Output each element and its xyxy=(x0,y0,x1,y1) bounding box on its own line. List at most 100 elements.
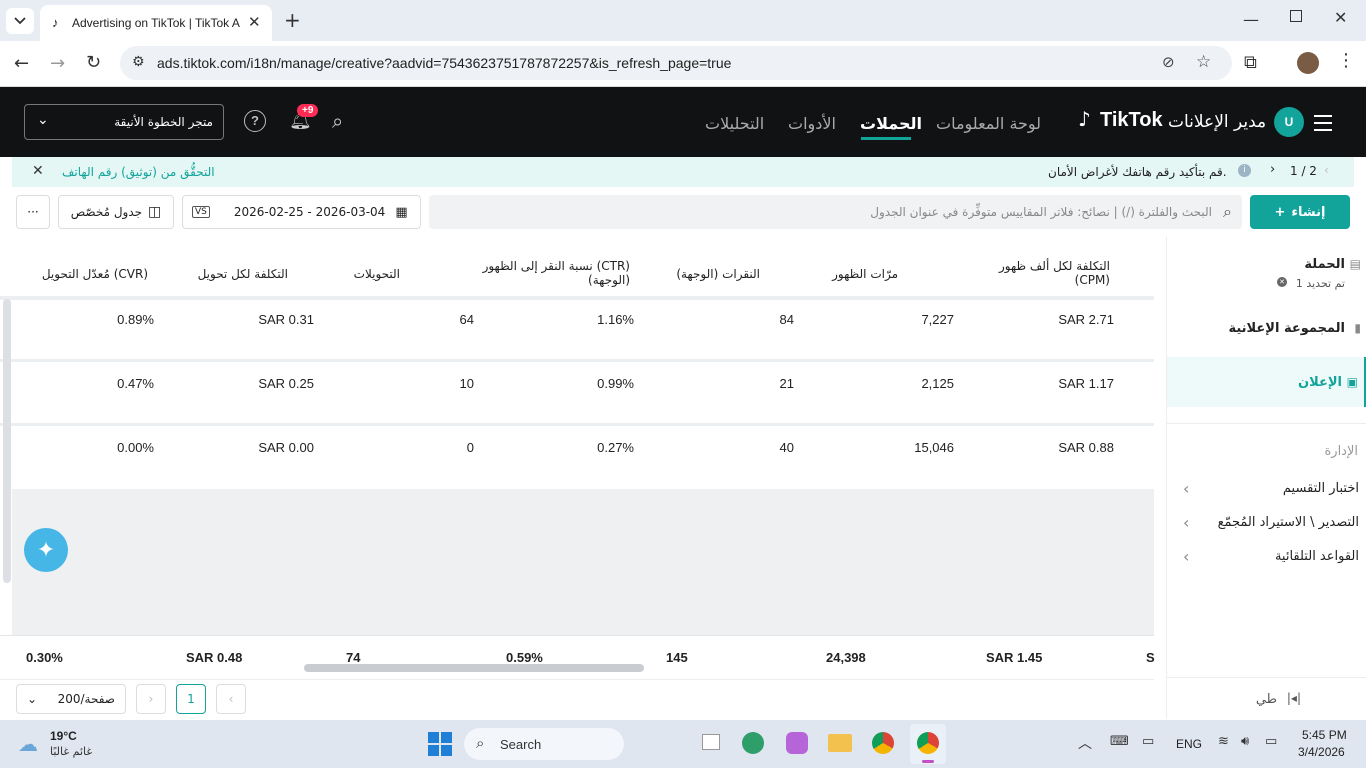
reload-icon[interactable]: ↻ xyxy=(86,52,101,73)
table-row[interactable]: SAR 2.71 7,227 84 1.16% 64 SAR 0.31 0.89… xyxy=(0,300,1154,362)
restore-icon[interactable] xyxy=(1290,10,1302,22)
close-notice-icon[interactable]: ✕ xyxy=(32,163,44,179)
column-header-cpm[interactable]: التكلفة لكل ألف ظهور (CPM) xyxy=(985,259,1110,287)
column-header-ctr[interactable]: نسبة النقر إلى الظهور (CTR) (الوجهة) xyxy=(480,259,630,287)
wifi-icon[interactable]: ≋ xyxy=(1218,734,1229,749)
create-button[interactable]: + إنشاء xyxy=(1250,195,1350,229)
browser-tab[interactable]: ♪ Advertising on TikTok | TikTok A ✕ xyxy=(40,5,272,41)
battery-icon[interactable]: ▭ xyxy=(1265,734,1277,749)
clear-selection-icon[interactable]: ✕ xyxy=(1277,277,1287,287)
custom-table-button[interactable]: جدول مُخصّص ◫ xyxy=(58,195,174,229)
sidebar-item-ad[interactable]: الإعلان ▣ xyxy=(1167,357,1366,407)
table-empty-area xyxy=(12,489,1154,635)
collapse-icon: |◂| xyxy=(1286,691,1301,705)
tab-search-button[interactable] xyxy=(6,8,34,34)
address-bar: ← → ↻ ⚙ ads.tiktok.com/i18n/manage/creat… xyxy=(0,41,1366,87)
hamburger-menu-icon[interactable] xyxy=(1303,109,1343,137)
sidebar-item-bulk-import-export[interactable]: ‹ التصدير \ الاستيراد المُجمّع xyxy=(1167,509,1366,539)
omnibox[interactable]: ⚙ ads.tiktok.com/i18n/manage/creative?aa… xyxy=(120,46,1232,80)
sidebar-item-campaign[interactable]: الحملة ▤ 1 تم تحديد ✕ xyxy=(1167,237,1366,301)
chevron-down-icon xyxy=(14,17,26,25)
cell-ctr: 0.27% xyxy=(597,440,634,455)
file-explorer-icon[interactable] xyxy=(828,734,852,752)
avatar[interactable]: U xyxy=(1274,107,1304,137)
calendar-icon: ▦ xyxy=(395,204,408,220)
cell-cost-per-conversion: SAR 0.25 xyxy=(258,376,314,391)
help-icon[interactable]: ? xyxy=(244,110,266,132)
column-header-clicks[interactable]: النقرات (الوجهة) xyxy=(640,267,760,281)
url-text[interactable]: ads.tiktok.com/i18n/manage/creative?aadv… xyxy=(157,55,731,71)
search-icon[interactable]: ⌕ xyxy=(332,109,343,133)
chevron-left-icon: ‹ xyxy=(1183,547,1190,566)
column-header-cost-per-conversion[interactable]: التكلفة لكل تحويل xyxy=(160,267,288,281)
vertical-scrollbar[interactable] xyxy=(3,299,11,583)
verify-phone-link[interactable]: التحقُّق من (توثيق) رقم الهاتف xyxy=(62,165,215,179)
cell-cpm: SAR 1.17 xyxy=(1058,376,1114,391)
next-page-button[interactable]: › xyxy=(136,684,166,714)
copilot-icon[interactable] xyxy=(786,732,808,754)
language-indicator[interactable]: ENG xyxy=(1176,737,1202,751)
table-row[interactable]: SAR 0.88 15,046 40 0.27% 0 SAR 0.00 0.00… xyxy=(0,428,1154,490)
extensions-icon[interactable]: ⧉ xyxy=(1244,52,1257,73)
weather-icon[interactable]: ☁ xyxy=(18,732,38,756)
more-options-button[interactable]: ··· xyxy=(16,195,50,229)
nav-analytics[interactable]: التحليلات xyxy=(705,114,764,133)
taskbar-search[interactable]: ⌕ Search xyxy=(464,728,624,760)
column-header-impressions[interactable]: مرّات الظهور xyxy=(800,267,898,281)
page-number-button[interactable]: 1 xyxy=(176,684,206,714)
per-page-select[interactable]: ⌄ 200/صفحة xyxy=(16,684,126,714)
star-icon[interactable]: ☆ xyxy=(1196,52,1211,72)
close-window-icon[interactable]: ✕ xyxy=(1334,8,1347,27)
new-tab-icon[interactable]: + xyxy=(284,8,301,32)
notice-prev-icon[interactable]: ‹ xyxy=(1324,163,1329,177)
clock-time[interactable]: 5:45 PM xyxy=(1302,728,1347,742)
tiktok-logo-icon: ♪ xyxy=(1078,107,1091,131)
column-header-conversions[interactable]: التحويلات xyxy=(320,267,400,281)
close-tab-icon[interactable]: ✕ xyxy=(248,13,261,31)
chrome-icon[interactable] xyxy=(872,732,894,754)
cell-impressions: 2,125 xyxy=(921,376,954,391)
windows-start-icon[interactable] xyxy=(428,732,452,756)
forward-icon[interactable]: → xyxy=(50,53,65,74)
sidebar-item-automated-rules[interactable]: ‹ القواعد التلقائية xyxy=(1167,543,1366,573)
show-hidden-icons[interactable]: ︿ xyxy=(1078,733,1092,753)
horizontal-scrollbar[interactable] xyxy=(304,664,644,672)
app-header: U مدير الإعلانات TikTok ♪ لوحة المعلومات… xyxy=(0,87,1366,157)
table-row[interactable]: SAR 1.17 2,125 21 0.99% 10 SAR 0.25 0.47… xyxy=(0,364,1154,426)
sidebar-collapse[interactable]: طي |◂| xyxy=(1167,677,1366,719)
nav-dashboard[interactable]: لوحة المعلومات xyxy=(936,114,1041,133)
nav-tools[interactable]: الأدوات xyxy=(788,114,836,133)
ai-assistant-icon[interactable]: ✦ xyxy=(24,528,68,572)
volume-icon[interactable]: 🔊︎ xyxy=(1241,734,1249,749)
create-label: إنشاء xyxy=(1291,204,1326,220)
keyboard-icon[interactable]: ⌨ xyxy=(1110,734,1129,749)
back-icon[interactable]: ← xyxy=(14,53,29,74)
profile-avatar[interactable] xyxy=(1297,52,1319,74)
nav-active-indicator xyxy=(861,137,911,140)
chevron-down-icon: ⌄ xyxy=(37,112,49,128)
site-settings-icon[interactable]: ⚙ xyxy=(132,54,145,70)
account-selector[interactable]: ⌄ متجر الخطوة الأنيقة xyxy=(24,104,224,140)
cell-impressions: 15,046 xyxy=(914,440,954,455)
nav-campaigns[interactable]: الحملات xyxy=(860,114,922,133)
sidebar-item-adgroup[interactable]: المجموعة الإعلانية ▮ xyxy=(1167,301,1366,357)
cell-cpm: SAR 2.71 xyxy=(1058,312,1114,327)
search-input[interactable]: ⌕ البحث والفلترة (/) | نصائح: فلاتر المق… xyxy=(429,195,1242,229)
adgroup-icon: ▮ xyxy=(1354,321,1361,335)
edge-icon[interactable] xyxy=(742,732,764,754)
eye-off-icon[interactable]: ⊘ xyxy=(1162,53,1175,71)
notice-next-icon[interactable]: › xyxy=(1270,162,1275,177)
display-icon[interactable]: ▭ xyxy=(1142,734,1154,749)
menu-dots-icon[interactable]: ⋮ xyxy=(1337,50,1355,71)
cell-conversions: 0 xyxy=(466,440,474,455)
column-header-cvr[interactable]: مُعدّل التحويل (CVR) xyxy=(10,267,148,281)
vs-compare-icon[interactable]: VS xyxy=(192,206,210,218)
prev-page-button[interactable]: ‹ xyxy=(216,684,246,714)
clock-date[interactable]: 3/4/2026 xyxy=(1298,745,1345,759)
minimize-icon[interactable]: — xyxy=(1243,10,1259,29)
date-range-picker[interactable]: VS 2026-02-25 - 2026-03-04 ▦ xyxy=(182,195,421,229)
chrome-active-icon[interactable] xyxy=(910,724,946,764)
sidebar-item-split-test[interactable]: ‹ اختبار التقسيم xyxy=(1167,475,1366,505)
cell-cvr: 0.47% xyxy=(117,376,154,391)
task-view-icon[interactable] xyxy=(702,734,720,750)
